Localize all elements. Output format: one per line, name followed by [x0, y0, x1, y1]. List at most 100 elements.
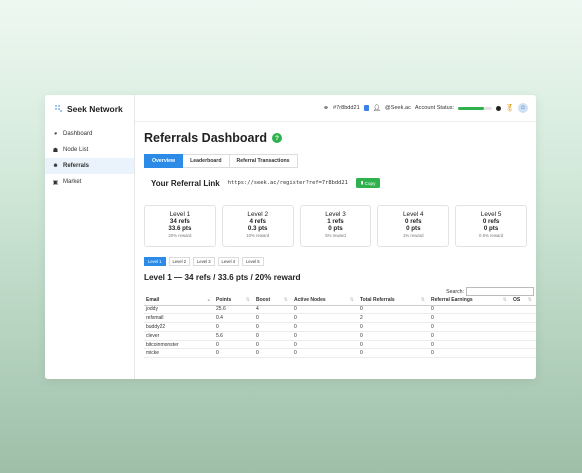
copy-icon[interactable] — [363, 105, 369, 111]
page-title: Referrals Dashboard ? — [144, 131, 527, 145]
sidebar-item-label: Market — [63, 179, 82, 185]
table-cell: refsmall — [144, 313, 214, 324]
table-cell: 0.4 — [214, 313, 254, 324]
table-row[interactable]: joddy 25.6 4 0 0 0 — [144, 305, 536, 315]
search-label: Search: — [446, 288, 464, 295]
table-cell: 0 — [214, 348, 254, 359]
topbar: ⚭ #7r8bdd21 👤︎ @Seek.ac Account Status: … — [135, 95, 536, 122]
column-header-label: Referral Earnings — [431, 297, 473, 304]
tab-level-3[interactable]: Level 3 — [193, 257, 215, 266]
tab-overview[interactable]: Overview — [144, 154, 184, 168]
account-status-bar — [458, 106, 493, 110]
column-header-os[interactable]: OS ⇅ — [511, 296, 536, 306]
referral-link-label: Your Referral Link — [151, 178, 220, 188]
table-cell: 0 — [429, 340, 511, 350]
table-cell: 5.6 — [214, 331, 254, 341]
brand[interactable]: Seek Network — [45, 95, 134, 122]
table-cell: 4 — [254, 305, 292, 315]
table-cell: 0 — [254, 340, 292, 350]
table-cell: 0 — [292, 322, 358, 332]
search-box: Search: — [446, 287, 534, 296]
table-cell: 0 — [429, 331, 511, 341]
column-header-label: OS — [513, 297, 521, 304]
copy-button[interactable]: ▮ Copy — [355, 178, 381, 188]
table-cell: joddy — [144, 305, 214, 315]
tabs: Overview Leaderboard Referral Transactio… — [144, 154, 527, 168]
sort-icon: ⇅ — [420, 297, 425, 304]
level-card: Level 1 34 refs 33.6 pts 20% reward — [144, 205, 216, 247]
table-cell: 0 — [429, 305, 511, 315]
tab-leaderboard[interactable]: Leaderboard — [183, 154, 230, 168]
table-cell — [511, 348, 536, 359]
sort-icon: ⇅ — [527, 297, 532, 304]
column-header-referral-earnings[interactable]: Referral Earnings ⇅ — [429, 296, 511, 306]
main-content: ⚭ #7r8bdd21 👤︎ @Seek.ac Account Status: … — [135, 95, 536, 379]
brand-name: Seek Network — [67, 103, 123, 114]
store-icon: ▣ — [52, 179, 59, 186]
column-header-label: Email — [146, 297, 160, 304]
table-row[interactable]: buddy22 0 0 0 0 0 — [144, 322, 536, 332]
app-window: Seek Network ◕ Dashboard ☗ Node List ☻ R… — [45, 95, 536, 379]
search-input[interactable] — [466, 287, 534, 296]
table-cell: 0 — [214, 322, 254, 332]
sidebar-item-referrals[interactable]: ☻ Referrals — [45, 158, 134, 174]
sort-icon: ⇅ — [245, 297, 250, 304]
gauge-icon: ◕ — [53, 131, 58, 137]
table-cell: buddy22 — [144, 322, 214, 332]
sidebar-item-market[interactable]: ▣ Market — [45, 174, 134, 190]
column-header-label: Total Referrals — [360, 297, 395, 304]
level-card: Level 3 1 refs 0 pts 5% reward — [299, 205, 372, 247]
referral-link-row: Your Referral Link https://seek.ac/regis… — [144, 175, 527, 191]
table-row[interactable]: refsmall 0.4 0 0 2 0 — [144, 313, 536, 324]
table-cell: 0 — [358, 331, 429, 341]
table-cell: 0 — [292, 340, 358, 350]
column-header-points[interactable]: Points ⇅ — [214, 296, 254, 306]
table-cell: 2 — [358, 313, 429, 324]
sidebar-item-dashboard[interactable]: ◕ Dashboard — [45, 126, 134, 142]
column-header-total-referrals[interactable]: Total Referrals ⇅ — [358, 296, 429, 306]
avatar[interactable]: ☺ — [518, 103, 528, 113]
table-cell: 25.6 — [214, 305, 254, 315]
help-icon[interactable]: ? — [271, 133, 282, 143]
table-cell: 0 — [429, 322, 511, 332]
level-card: Level 2 4 refs 0.3 pts 10% reward — [221, 205, 294, 247]
table-cell: micke — [144, 348, 214, 359]
table-cell — [511, 340, 536, 350]
column-header-label: Boost — [256, 297, 271, 304]
tab-referral-transactions[interactable]: Referral Transactions — [229, 154, 298, 168]
tab-level-5[interactable]: Level 5 — [242, 257, 264, 266]
tab-level-2[interactable]: Level 2 — [168, 257, 191, 266]
table-cell — [511, 331, 536, 341]
table-cell: 0 — [358, 348, 429, 359]
table-row[interactable]: clever 5.6 0 0 0 0 — [144, 331, 536, 341]
column-header-label: Active Nodes — [294, 297, 326, 304]
sort-icon: ⇅ — [283, 297, 288, 304]
sidebar: Seek Network ◕ Dashboard ☗ Node List ☻ R… — [45, 95, 135, 379]
sidebar-item-node-list[interactable]: ☗ Node List — [45, 142, 134, 158]
level-cards: Level 1 34 refs 33.6 pts 20% reward Leve… — [144, 205, 527, 247]
table-cell: 0 — [429, 313, 511, 324]
link-icon: ⚭ — [323, 105, 329, 112]
level-card: Level 4 0 refs 0 pts 1% reward — [377, 205, 450, 247]
table-cell: 0 — [292, 331, 358, 341]
table-cell: 0 — [292, 313, 358, 324]
table-cell: 0 — [214, 340, 254, 350]
table-cell — [511, 313, 536, 324]
level-heading: Level 1 — 34 refs / 33.6 pts / 20% rewar… — [144, 273, 301, 282]
sort-icon: ⇅ — [349, 297, 354, 304]
column-header-email[interactable]: Email ▴ — [144, 296, 214, 306]
sort-icon: ⇅ — [502, 297, 507, 304]
user-handle: @Seek.ac — [385, 105, 411, 111]
table-cell: 0 — [358, 322, 429, 332]
level-card: Level 5 0 refs 0 pts 0.5% reward — [455, 205, 527, 247]
nodes-icon: ☗ — [52, 147, 59, 154]
column-header-active-nodes[interactable]: Active Nodes ⇅ — [292, 296, 358, 306]
column-header-boost[interactable]: Boost ⇅ — [254, 296, 292, 306]
table-cell: 0 — [254, 322, 292, 332]
column-header-label: Points — [216, 297, 232, 304]
table-row[interactable]: bitcoinmonster 0 0 0 0 0 — [144, 340, 536, 350]
tab-level-4[interactable]: Level 4 — [217, 257, 240, 266]
tab-level-1[interactable]: Level 1 — [144, 257, 166, 266]
table-row[interactable]: micke 0 0 0 0 0 — [144, 348, 536, 359]
medal-icon[interactable]: 🏅︎ — [505, 104, 514, 112]
